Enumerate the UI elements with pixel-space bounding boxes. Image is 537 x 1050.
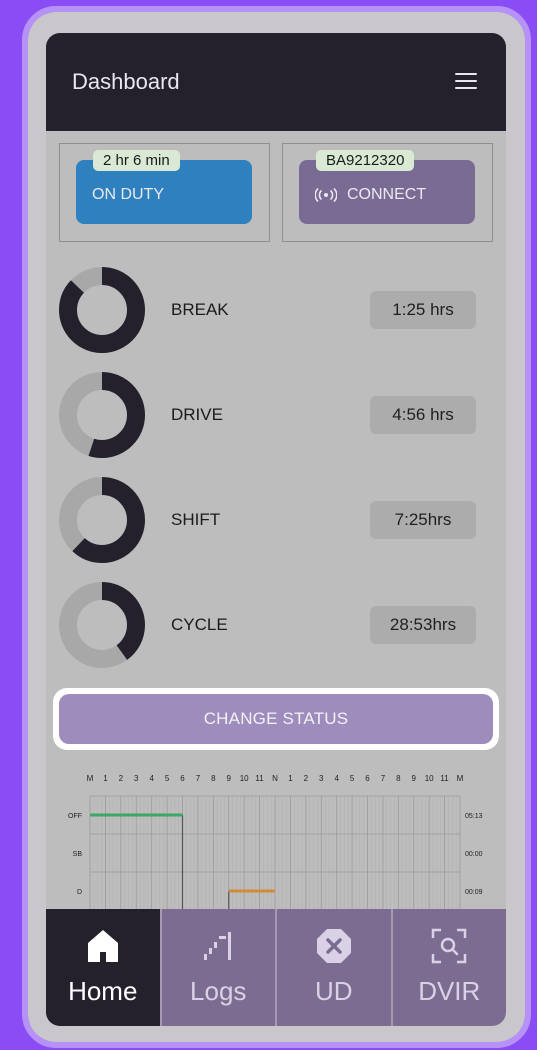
hour-tick-label: 2 (119, 774, 124, 783)
nav-home[interactable]: Home (46, 909, 160, 1026)
hour-tick-label: 7 (381, 774, 386, 783)
timer-label: CYCLE (171, 615, 228, 634)
on-duty-label: ON DUTY (92, 186, 164, 203)
hour-tick-label: 8 (211, 774, 216, 783)
timer-value: 1:25 hrs (370, 291, 476, 329)
timer-label: DRIVE (171, 405, 223, 424)
scan-search-icon (432, 928, 467, 964)
duty-timer-badge: 2 hr 6 min (93, 150, 180, 171)
nav-logs[interactable]: Logs (159, 909, 276, 1026)
hour-tick-label: 9 (412, 774, 417, 783)
hour-tick-label: 1 (103, 774, 108, 783)
row-total: 05:13 (465, 813, 483, 820)
hour-tick-label: N (272, 774, 278, 783)
break-progress-ring (59, 267, 145, 353)
timer-value: 28:53hrs (370, 606, 476, 644)
hour-tick-label: 5 (350, 774, 355, 783)
hour-tick-label: M (87, 774, 94, 783)
bottom-navigation: Home Logs UD DVIR (46, 909, 506, 1026)
timer-value: 7:25hrs (370, 501, 476, 539)
timer-label: BREAK (171, 300, 229, 319)
drive-progress-ring (59, 372, 145, 458)
nav-ud[interactable]: UD (275, 909, 391, 1026)
home-icon (87, 930, 118, 962)
connect-label: CONNECT (347, 186, 427, 203)
hour-tick-label: 3 (319, 774, 324, 783)
hour-tick-label: 10 (425, 774, 434, 783)
timer-value: 4:56 hrs (370, 396, 476, 434)
row-label: SB (73, 851, 83, 858)
shift-progress-ring (59, 477, 145, 563)
hour-tick-label: 7 (196, 774, 201, 783)
nav-dvir[interactable]: DVIR (390, 909, 507, 1026)
hour-tick-label: M (457, 774, 464, 783)
app-screen: Dashboard 2 hr 6 min ON DUTY BA9212320 C… (46, 33, 506, 1026)
hour-tick-label: 11 (440, 774, 449, 783)
duty-status-card: 2 hr 6 min ON DUTY (59, 143, 270, 242)
nav-label: DVIR (418, 976, 481, 1006)
hour-tick-label: 11 (255, 774, 264, 783)
hour-tick-label: 3 (134, 774, 139, 783)
hour-tick-label: 9 (227, 774, 232, 783)
change-status-outline: CHANGE STATUS (53, 688, 499, 750)
app-header: Dashboard (46, 33, 506, 131)
page-title: Dashboard (72, 69, 180, 94)
device-id-badge: BA9212320 (316, 150, 415, 171)
timer-shift: SHIFT 7:25hrs (46, 476, 506, 566)
hour-tick-label: 1 (288, 774, 293, 783)
hour-tick-label: 2 (304, 774, 309, 783)
change-status-label: CHANGE STATUS (203, 709, 349, 728)
timer-drive: DRIVE 4:56 hrs (46, 371, 506, 461)
timer-break: BREAK 1:25 hrs (46, 266, 506, 356)
change-status-button[interactable]: CHANGE STATUS (59, 694, 493, 744)
row-label: OFF (68, 813, 82, 820)
hour-tick-label: 4 (149, 774, 154, 783)
nav-label: Home (68, 976, 138, 1006)
logs-icon (204, 932, 232, 960)
hamburger-menu-icon[interactable] (455, 73, 477, 91)
hour-tick-label: 4 (334, 774, 339, 783)
timer-cycle: CYCLE 28:53hrs (46, 581, 506, 671)
cycle-progress-ring (59, 582, 145, 668)
hour-tick-label: 10 (240, 774, 249, 783)
nav-label: Logs (190, 976, 247, 1006)
timer-label: SHIFT (171, 510, 221, 529)
hour-tick-label: 6 (365, 774, 370, 783)
hour-tick-label: 8 (396, 774, 401, 783)
wireless-signal-icon (315, 188, 337, 202)
close-circle-icon (316, 929, 351, 963)
row-total: 00:09 (465, 889, 483, 896)
hour-tick-label: 5 (165, 774, 170, 783)
hour-tick-label: 6 (180, 774, 185, 783)
row-label: D (77, 889, 82, 896)
row-total: 00:00 (465, 851, 483, 858)
nav-label: UD (314, 976, 353, 1006)
duty-log-chart: M 1 2 3 4 5 6 7 8 9 10 11 N 1 2 3 4 5 6 7 8 9 10 11 MOFF 05:13SB 0… (68, 774, 483, 918)
device-connect-card: BA9212320 CONNECT (282, 143, 493, 242)
